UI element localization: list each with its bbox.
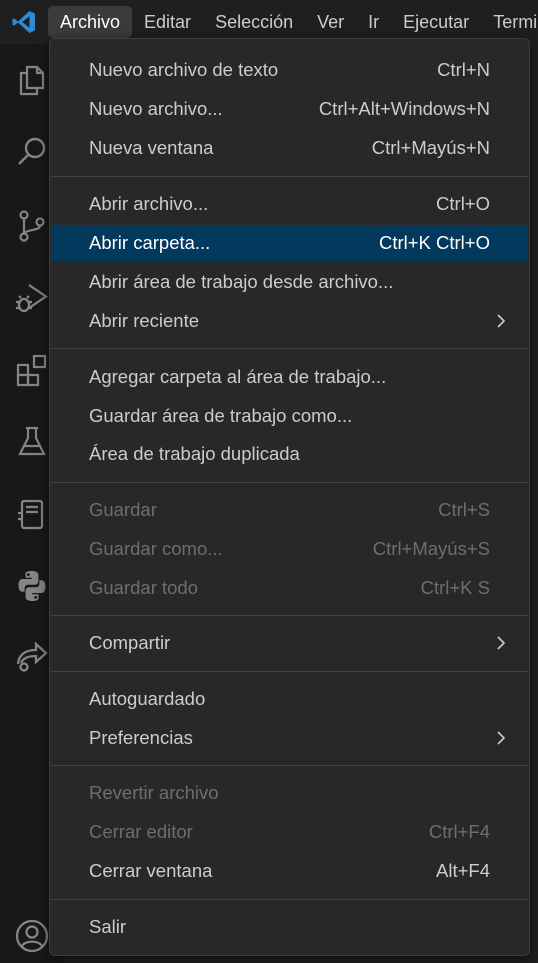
menu-item-label: Compartir	[89, 632, 171, 653]
extensions-icon[interactable]	[10, 348, 54, 392]
menu-item-label: Abrir archivo...	[89, 193, 209, 214]
menu-ver[interactable]: Ver	[305, 6, 356, 38]
accounts-icon[interactable]	[10, 914, 54, 958]
python-icon[interactable]	[10, 564, 54, 608]
menu-item-new-text-file[interactable]: Nuevo archivo de texto Ctrl+N	[51, 52, 528, 88]
menu-item-label: Cerrar editor	[89, 821, 193, 842]
menu-terminal[interactable]: Terminal	[481, 6, 538, 38]
menu-item-label: Preferencias	[89, 727, 193, 748]
menu-item-open-recent[interactable]: Abrir reciente	[51, 303, 528, 339]
menu-item-label: Abrir reciente	[89, 310, 200, 331]
file-menu-dropdown: Nuevo archivo de texto Ctrl+N Nuevo arch…	[49, 38, 530, 956]
chevron-right-icon	[497, 731, 506, 745]
menu-seleccion[interactable]: Selección	[203, 6, 305, 38]
chevron-right-icon	[497, 314, 506, 328]
menu-item-add-folder-to-workspace[interactable]: Agregar carpeta al área de trabajo...	[51, 359, 528, 395]
menu-item-shortcut: Alt+F4	[436, 860, 490, 881]
menu-item-label: Agregar carpeta al área de trabajo...	[89, 366, 387, 387]
menu-item-save-all: Guardar todo Ctrl+K S	[51, 570, 528, 606]
menu-item-shortcut: Ctrl+K S	[420, 577, 490, 598]
menu-ejecutar[interactable]: Ejecutar	[391, 6, 481, 38]
live-share-icon[interactable]	[10, 636, 54, 680]
menu-item-share[interactable]: Compartir	[51, 625, 528, 661]
menu-item-label: Autoguardado	[89, 688, 206, 709]
menu-item-save-as: Guardar como... Ctrl+Mayús+S	[51, 531, 528, 567]
menu-item-revert-file: Revertir archivo	[51, 775, 528, 811]
menu-ir[interactable]: Ir	[356, 6, 391, 38]
menu-item-duplicate-workspace[interactable]: Área de trabajo duplicada	[51, 436, 528, 472]
menu-item-shortcut: Ctrl+F4	[428, 821, 490, 842]
menu-item-open-file[interactable]: Abrir archivo... Ctrl+O	[51, 186, 528, 222]
menu-item-preferences[interactable]: Preferencias	[51, 720, 528, 756]
remote-explorer-icon[interactable]	[10, 492, 54, 536]
menu-item-label: Abrir carpeta...	[89, 232, 211, 253]
menu-separator	[51, 899, 528, 900]
menu-item-exit[interactable]: Salir	[51, 909, 528, 945]
menu-archivo[interactable]: Archivo	[48, 6, 133, 38]
menu-item-new-window[interactable]: Nueva ventana Ctrl+Mayús+N	[51, 130, 528, 166]
menu-item-open-workspace-from-file[interactable]: Abrir área de trabajo desde archivo...	[51, 264, 528, 300]
menu-item-label: Guardar	[89, 499, 157, 520]
menu-item-shortcut: Ctrl+N	[437, 59, 490, 80]
chevron-right-icon	[497, 636, 506, 650]
vscode-logo-icon	[0, 0, 48, 44]
menu-item-label: Cerrar ventana	[89, 860, 213, 881]
menu-item-label: Abrir área de trabajo desde archivo...	[89, 271, 394, 292]
menu-item-label: Área de trabajo duplicada	[89, 443, 300, 464]
menu-separator	[51, 615, 528, 616]
menu-item-label: Guardar todo	[89, 577, 199, 598]
menu-separator	[51, 348, 528, 349]
menu-item-save-workspace-as[interactable]: Guardar área de trabajo como...	[51, 398, 528, 434]
menu-item-label: Salir	[89, 916, 127, 937]
menu-separator	[51, 671, 528, 672]
menu-item-label: Nuevo archivo de texto	[89, 59, 279, 80]
menu-item-label: Guardar área de trabajo como...	[89, 405, 353, 426]
menu-item-shortcut: Ctrl+O	[436, 193, 490, 214]
explorer-icon[interactable]	[10, 58, 54, 102]
menu-editar[interactable]: Editar	[132, 6, 203, 38]
menu-item-close-editor: Cerrar editor Ctrl+F4	[51, 814, 528, 850]
search-icon[interactable]	[10, 130, 54, 174]
menu-separator	[51, 482, 528, 483]
menu-item-auto-save[interactable]: Autoguardado	[51, 681, 528, 717]
menu-item-close-window[interactable]: Cerrar ventana Alt+F4	[51, 853, 528, 889]
menu-item-shortcut: Ctrl+S	[438, 499, 490, 520]
menu-item-label: Nueva ventana	[89, 137, 214, 158]
testing-icon[interactable]	[10, 420, 54, 464]
menu-item-open-folder[interactable]: Abrir carpeta... Ctrl+K Ctrl+O	[51, 225, 528, 261]
menu-item-label: Revertir archivo	[89, 782, 219, 803]
menu-item-shortcut: Ctrl+K Ctrl+O	[378, 232, 490, 253]
menu-separator	[51, 176, 528, 177]
menu-item-save: Guardar Ctrl+S	[51, 492, 528, 528]
menu-item-shortcut: Ctrl+Mayús+N	[371, 137, 490, 158]
menu-item-shortcut: Ctrl+Mayús+S	[372, 538, 490, 559]
run-debug-icon[interactable]	[10, 276, 54, 320]
menu-separator	[51, 765, 528, 766]
menu-item-label: Nuevo archivo...	[89, 98, 223, 119]
menu-item-shortcut: Ctrl+Alt+Windows+N	[318, 98, 490, 119]
menu-item-new-file[interactable]: Nuevo archivo... Ctrl+Alt+Windows+N	[51, 91, 528, 127]
menu-item-label: Guardar como...	[89, 538, 223, 559]
source-control-icon[interactable]	[10, 204, 54, 248]
